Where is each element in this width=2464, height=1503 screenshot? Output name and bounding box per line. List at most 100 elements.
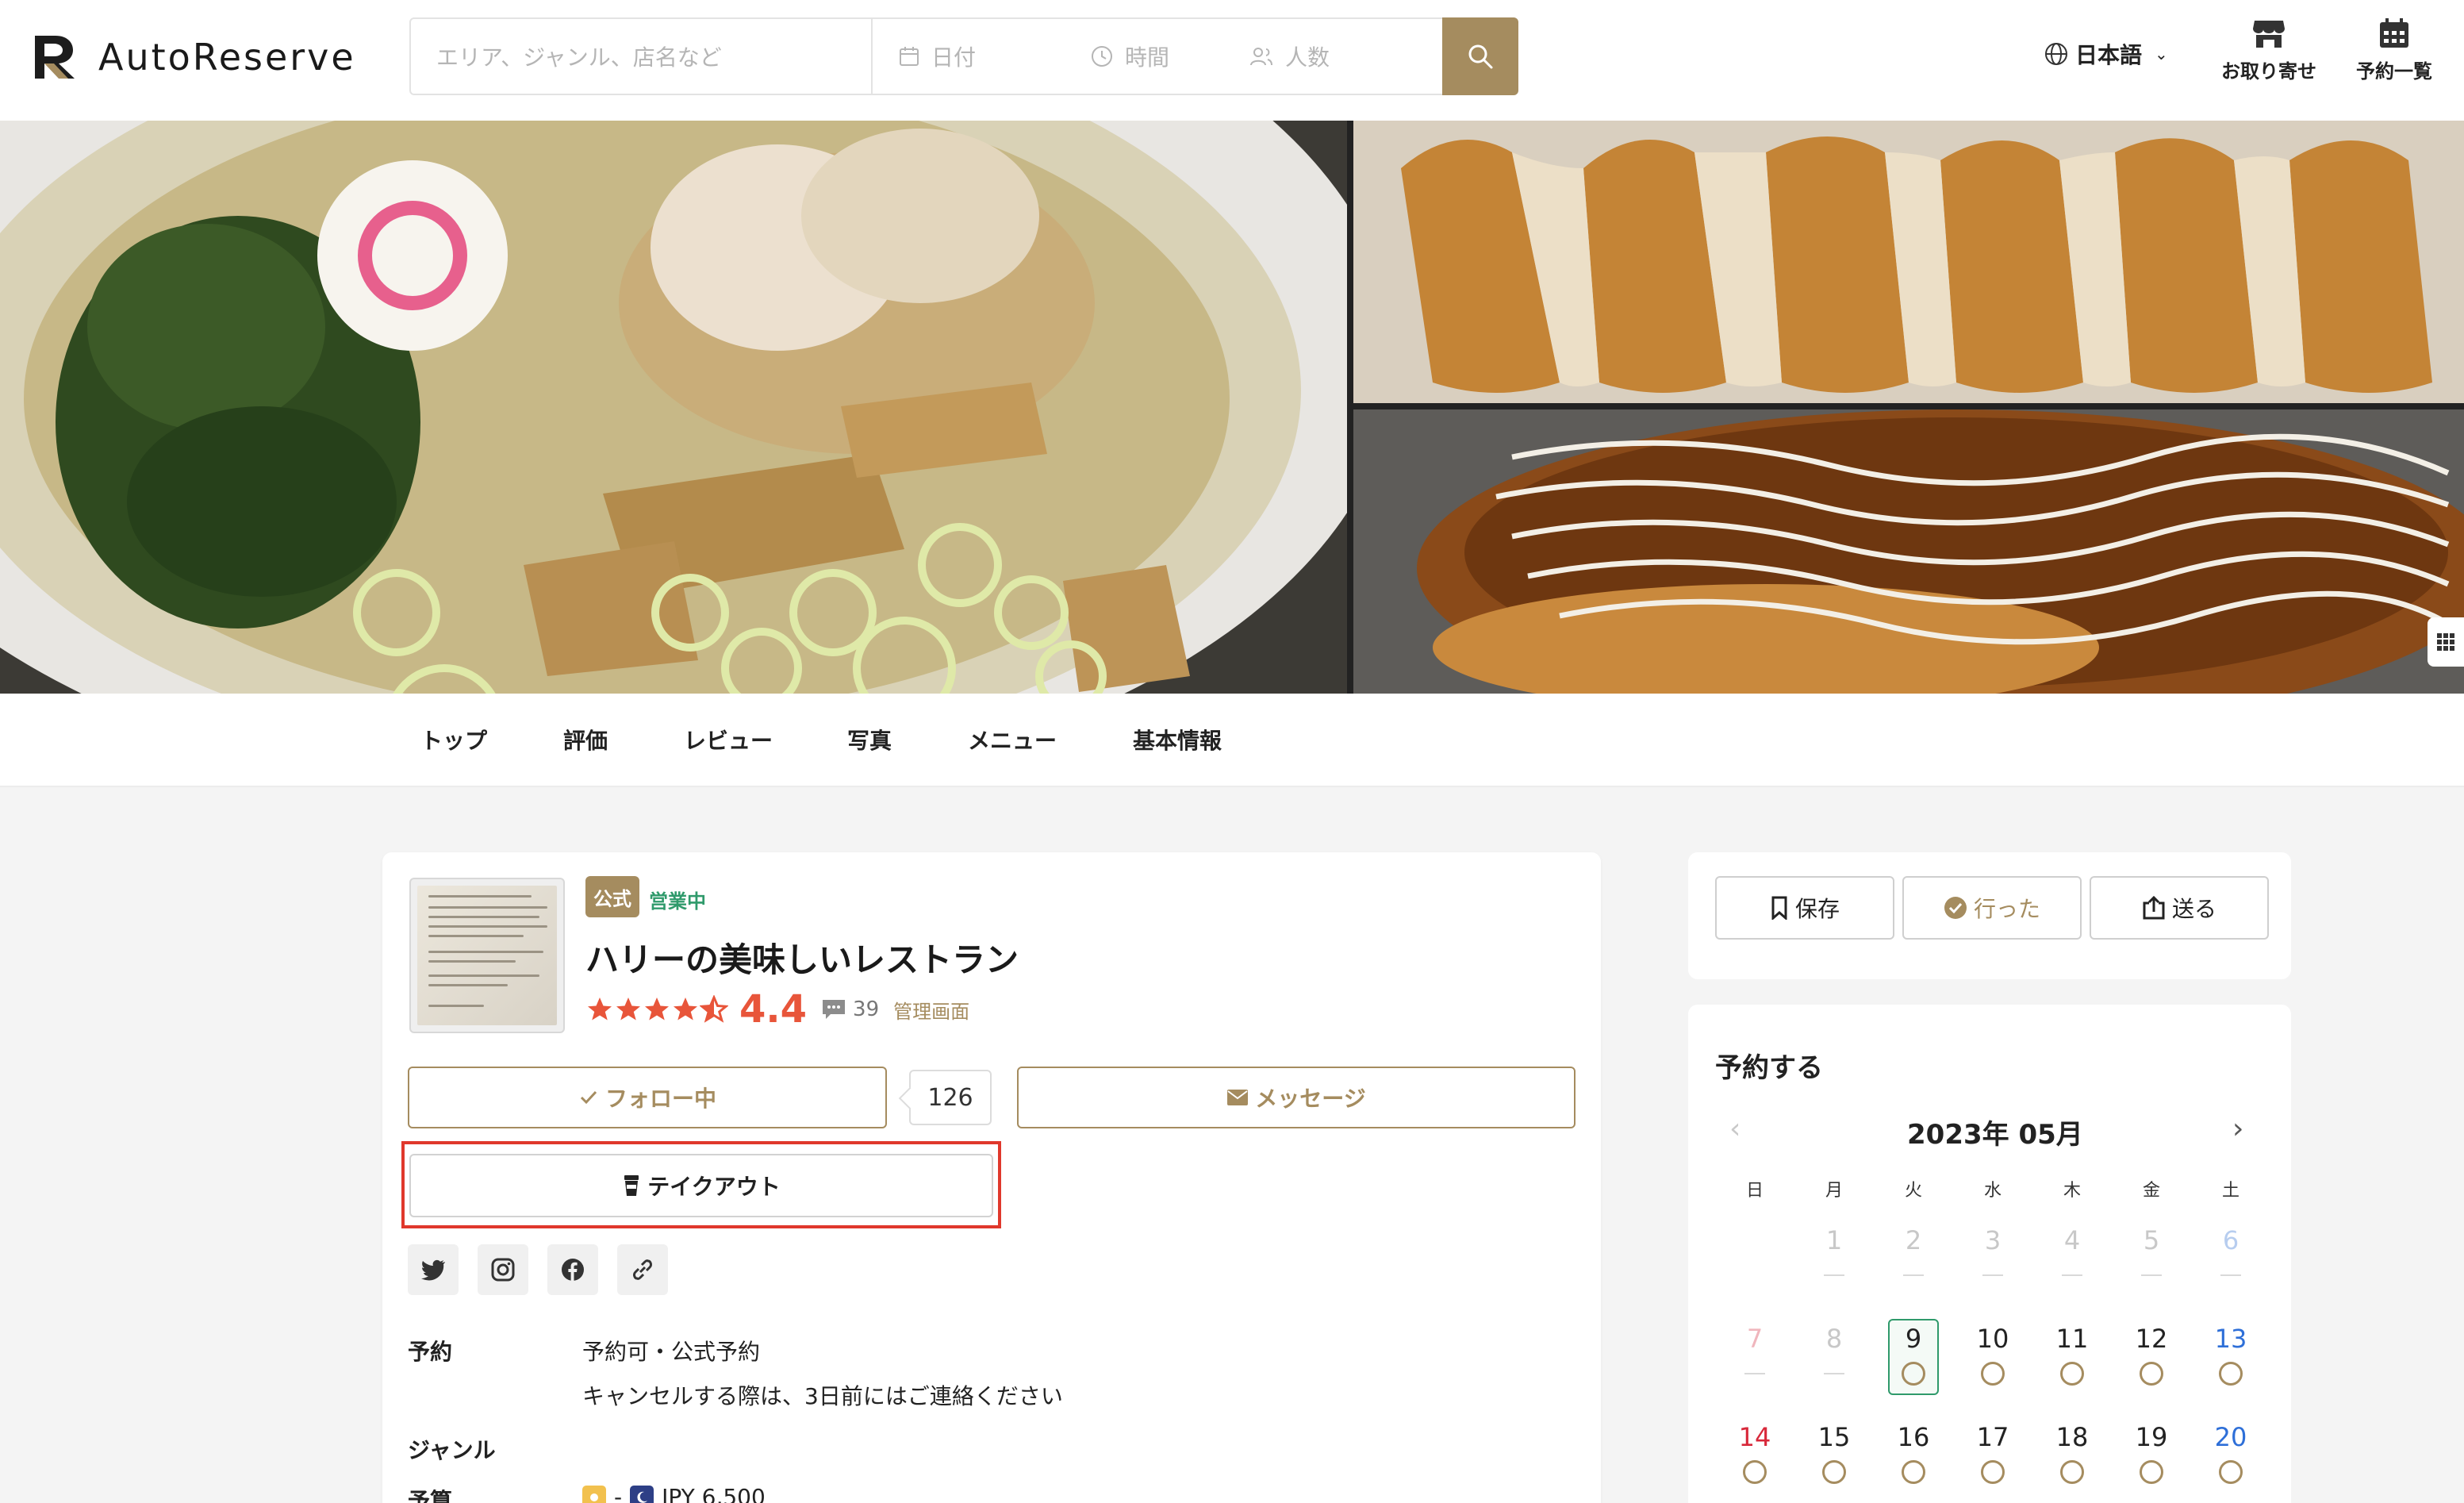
takeout-button[interactable]: テイクアウト [409,1154,993,1217]
calendar-day[interactable]: 12 [2112,1324,2191,1354]
calendar-day-selected[interactable]: 9 [1874,1324,1953,1354]
clock-icon [1092,46,1112,67]
autoreserve-logo-icon [35,36,75,79]
calendar-grid-icon [2380,18,2408,48]
calendar-day[interactable]: 19 [2112,1422,2191,1452]
admin-link[interactable]: 管理画面 [893,996,969,1024]
date-picker[interactable]: 日付 [873,19,1090,94]
save-button[interactable]: 保存 [1715,876,1894,940]
okonomiyaki-photo[interactable] [1353,409,2464,694]
sun-icon [582,1485,606,1503]
calendar-day[interactable]: 15 [1794,1422,1874,1452]
search-input[interactable]: エリア、ジャンル、店名など [411,19,873,94]
available-circle-icon[interactable] [1822,1460,1846,1484]
chevron-left-icon[interactable]: ‹ [1729,1113,1741,1145]
check-circle-icon [1944,897,1967,919]
search-bar: エリア、ジャンル、店名など 日付 時間 人数 [409,17,1518,95]
tab-menu[interactable]: メニュー [968,724,1057,755]
calendar-day[interactable]: 14 [1715,1422,1794,1452]
reserve-title: 予約する [1715,1052,1823,1084]
language-label: 日本語 [2075,42,2143,68]
reservation-label: 予約 [408,1339,453,1365]
star-full-icon [645,998,669,1021]
weekday-tue: 火 [1904,1181,1922,1201]
available-circle-icon[interactable] [2140,1460,2163,1484]
official-badge: 公式 [585,876,639,917]
calendar-day[interactable]: 13 [2191,1324,2270,1354]
calendar-day: 6 [2222,1225,2239,1255]
star-half-icon [700,995,728,1023]
calendar-day[interactable]: 11 [2032,1324,2112,1354]
calendar-day: 3 [1984,1225,2002,1255]
unavailable-dash [1824,1274,1844,1276]
save-label: 保存 [1794,896,1840,922]
available-circle-icon[interactable] [1743,1460,1767,1484]
available-circle-icon[interactable] [1981,1460,2005,1484]
facebook-button[interactable] [547,1244,598,1295]
follow-button[interactable]: フォロー中 [408,1067,887,1128]
available-circle-icon[interactable] [2219,1460,2243,1484]
budget-value-row: - JPY 6,500 [582,1484,766,1503]
restaurant-thumbnail[interactable] [409,878,565,1033]
globe-icon [2045,43,2067,65]
people-picker[interactable]: 人数 [1249,19,1442,94]
available-circle-icon[interactable] [1902,1362,1925,1386]
reservation-list-link[interactable]: 予約一覧 [2356,17,2432,83]
budget-label: 予算 [408,1488,453,1503]
store-icon [2253,21,2285,48]
weekday-fri: 金 [2142,1181,2160,1201]
search-icon [1468,44,1493,69]
available-circle-icon[interactable] [2060,1460,2084,1484]
genre-label: ジャンル [408,1437,496,1463]
calendar-day[interactable]: 20 [2191,1422,2270,1452]
send-button[interactable]: 送る [2090,876,2269,940]
restaurant-name: ハリーの美味しいレストラン [585,940,1019,979]
mail-order-label: お取り寄せ [2221,60,2316,83]
website-link-button[interactable] [617,1244,668,1295]
tab-photos[interactable]: 写真 [847,724,892,755]
check-icon [580,1090,597,1105]
unavailable-dash [2220,1274,2241,1276]
star-full-icon [588,998,612,1021]
calendar-day: 5 [2143,1225,2160,1255]
calendar-day[interactable]: 17 [1953,1422,2032,1452]
date-label: 日付 [931,44,977,71]
available-circle-icon[interactable] [2060,1362,2084,1386]
tab-top[interactable]: トップ [420,724,487,755]
tab-reviews[interactable]: レビュー [684,724,773,755]
time-picker[interactable]: 時間 [1090,19,1249,94]
available-circle-icon[interactable] [1981,1362,2005,1386]
gallery-grid-button[interactable] [2428,617,2464,667]
logo[interactable]: AutoReserve [32,32,356,83]
available-circle-icon[interactable] [1902,1460,1925,1484]
chevron-right-icon[interactable]: › [2232,1113,2243,1145]
calendar-day[interactable]: 16 [1874,1422,1953,1452]
message-label: メッセージ [1255,1086,1366,1112]
instagram-button[interactable] [478,1244,528,1295]
unavailable-dash [1982,1274,2003,1276]
available-circle-icon[interactable] [2219,1362,2243,1386]
message-button[interactable]: メッセージ [1017,1067,1576,1128]
search-button[interactable] [1442,17,1518,95]
went-button[interactable]: 行った [1902,876,2082,940]
available-circle-icon[interactable] [2140,1362,2163,1386]
header: AutoReserve エリア、ジャンル、店名など 日付 時間 人数 日本語 ⌄… [0,0,2464,121]
link-icon [633,1259,652,1280]
language-selector[interactable]: 日本語 ⌄ [2044,38,2168,70]
calendar-day[interactable]: 18 [2032,1422,2112,1452]
gyoza-photo[interactable] [1353,121,2464,403]
unavailable-dash [2062,1274,2082,1276]
ramen-photo[interactable] [0,121,1347,694]
weekday-mon: 月 [1825,1181,1843,1201]
weekday-wed: 水 [1983,1181,2002,1201]
comment-icon [823,1000,846,1019]
send-label: 送る [2171,896,2216,922]
review-count[interactable]: 39 [853,998,879,1021]
open-status: 営業中 [649,890,706,913]
twitter-button[interactable] [408,1244,459,1295]
share-icon [2143,896,2165,920]
calendar-day[interactable]: 10 [1953,1324,2032,1354]
mail-order-link[interactable]: お取り寄せ [2221,17,2316,83]
tab-basic-info[interactable]: 基本情報 [1133,724,1222,755]
tab-ratings[interactable]: 評価 [563,724,608,755]
